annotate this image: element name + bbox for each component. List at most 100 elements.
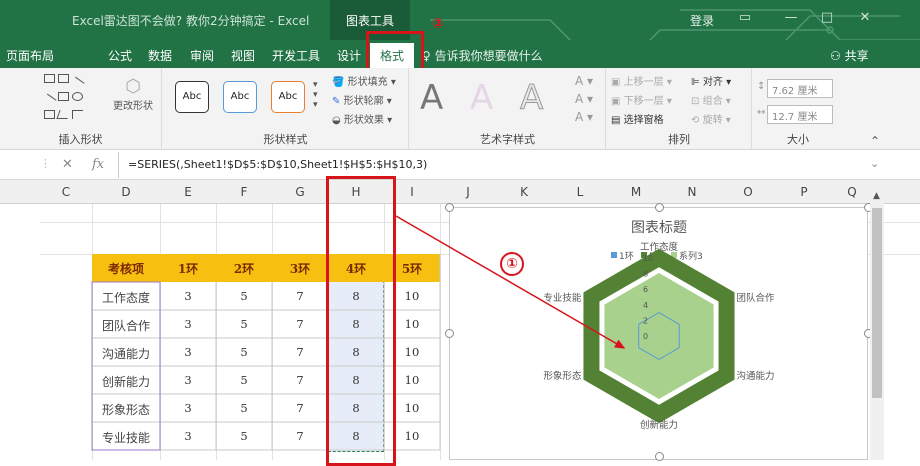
signin-link[interactable]: 登录 <box>690 12 714 29</box>
wordart-style-2[interactable]: A <box>470 78 493 118</box>
table-cell[interactable]: 7 <box>272 282 328 310</box>
group-shape-styles: Abc Abc Abc ▾ ▾ ▾ 🪣 形状填充 ▾ ✎ 形状轮廓 ▾ ◒ 形状效果… <box>163 68 409 150</box>
table-header-item[interactable]: 考核项 <box>92 254 160 282</box>
wordart-style-1[interactable]: A <box>420 78 443 118</box>
shapes-gallery[interactable] <box>42 74 114 126</box>
cancel-formula-button[interactable]: ✕ <box>62 157 73 172</box>
col-header-m[interactable]: M <box>608 185 664 199</box>
table-cell[interactable]: 5 <box>216 338 272 366</box>
scrollbar-thumb[interactable] <box>872 208 882 398</box>
resize-handle[interactable] <box>445 329 454 338</box>
shape-style-blue[interactable]: Abc <box>223 81 257 113</box>
resize-handle[interactable] <box>655 203 664 212</box>
expand-formula-bar-icon[interactable]: ⌄ <box>870 157 879 170</box>
table-cell[interactable]: 3 <box>160 282 216 310</box>
tell-me-box[interactable]: ♀ 告诉我你想要做什么 <box>422 47 543 64</box>
resize-handle[interactable] <box>445 203 454 212</box>
col-header-n[interactable]: N <box>664 185 720 199</box>
radar-chart[interactable]: 图表标题 1环 5环 系列3 0 2 4 6 8 10 工作态度 团队合作 沟通能力 创新能力 形象形态 专业… <box>449 207 868 460</box>
table-cell[interactable]: 3 <box>160 394 216 422</box>
table-row-label[interactable]: 专业技能 <box>92 422 160 450</box>
selection-pane-button[interactable]: ▤ 选择窗格 <box>611 111 664 126</box>
table-cell[interactable]: 3 <box>160 338 216 366</box>
table-cell[interactable]: 5 <box>216 422 272 450</box>
table-header-ring3[interactable]: 3环 <box>272 254 328 282</box>
ribbon-display-icon[interactable]: ▭ <box>736 10 754 28</box>
shape-outline-button[interactable]: ✎ 形状轮廓 ▾ <box>332 92 392 107</box>
tab-review[interactable]: 审阅 <box>190 47 214 64</box>
table-cell[interactable]: 7 <box>272 310 328 338</box>
column-headers: C D E F G H I J K L M N O P Q <box>0 180 920 204</box>
group-insert-shapes: ⬡ 更改形状 插入形状 <box>0 68 162 150</box>
group-button[interactable]: ⊡ 组合 ▾ <box>691 92 731 107</box>
collapse-ribbon-icon[interactable]: ⌃ <box>870 134 880 148</box>
shape-outline-label: 形状轮廓 <box>343 96 384 107</box>
ribbon-body: ⬡ 更改形状 插入形状 Abc Abc Abc ▾ ▾ ▾ 🪣 形状填充 ▾ ✎ 形… <box>0 68 920 150</box>
tab-design[interactable]: 设计 <box>337 47 361 64</box>
shape-style-dark[interactable]: Abc <box>175 81 209 113</box>
col-header-q[interactable]: Q <box>832 185 872 199</box>
formula-bar: ⋮ ✕ fx =SERIES(,Sheet1!$D$5:$D$10,Sheet1… <box>0 150 920 180</box>
shape-style-orange[interactable]: Abc <box>271 81 305 113</box>
send-backward-button[interactable]: ▣ 下移一层 ▾ <box>611 92 672 107</box>
table-cell[interactable]: 5 <box>216 310 272 338</box>
table-cell[interactable]: 7 <box>272 394 328 422</box>
table-row-label[interactable]: 工作态度 <box>92 282 160 310</box>
group-size: ↕ 7.62 厘米 ↔ 12.7 厘米 大小 <box>753 68 843 150</box>
table-row-label[interactable]: 创新能力 <box>92 366 160 394</box>
col-header-g[interactable]: G <box>272 185 328 199</box>
col-header-p[interactable]: P <box>776 185 832 199</box>
tab-developer[interactable]: 开发工具 <box>272 47 320 64</box>
bring-forward-button[interactable]: ▣ 上移一层 ▾ <box>611 73 672 88</box>
vertical-scrollbar[interactable]: ▲ <box>870 190 884 460</box>
col-header-o[interactable]: O <box>720 185 776 199</box>
rotate-button[interactable]: ⟲ 旋转 ▾ <box>691 111 731 126</box>
tab-data[interactable]: 数据 <box>148 47 172 64</box>
formula-input[interactable]: =SERIES(,Sheet1!$D$5:$D$10,Sheet1!$H$5:$… <box>118 152 878 178</box>
tab-view[interactable]: 视图 <box>231 47 255 64</box>
close-button[interactable]: ✕ <box>856 10 874 28</box>
table-header-ring2[interactable]: 2环 <box>216 254 272 282</box>
table-row-label[interactable]: 沟通能力 <box>92 338 160 366</box>
col-header-f[interactable]: F <box>216 185 272 199</box>
height-field[interactable]: 7.62 厘米 <box>767 79 833 98</box>
table-cell[interactable]: 3 <box>160 422 216 450</box>
text-effects-icon[interactable]: A ▾ <box>575 110 593 124</box>
scroll-up-icon[interactable]: ▲ <box>873 191 880 201</box>
share-button[interactable]: ⚇ 共享 <box>830 47 869 64</box>
col-header-d[interactable]: D <box>92 185 160 199</box>
table-cell[interactable]: 5 <box>216 366 272 394</box>
col-header-k[interactable]: K <box>496 185 552 199</box>
change-shape-button[interactable]: ⬡ 更改形状 <box>113 76 153 112</box>
wordart-style-3[interactable]: A <box>519 78 543 119</box>
col-header-e[interactable]: E <box>160 185 216 199</box>
text-fill-icon[interactable]: A ▾ <box>575 74 593 88</box>
table-cell[interactable]: 7 <box>272 366 328 394</box>
table-cell[interactable]: 5 <box>216 394 272 422</box>
tab-page-layout[interactable]: 页面布局 <box>6 47 54 64</box>
table-cell[interactable]: 7 <box>272 338 328 366</box>
tab-formulas[interactable]: 公式 <box>108 47 132 64</box>
table-row-label[interactable]: 形象形态 <box>92 394 160 422</box>
table-cell[interactable]: 7 <box>272 422 328 450</box>
table-cell[interactable]: 3 <box>160 366 216 394</box>
shape-fill-button[interactable]: 🪣 形状填充 ▾ <box>332 73 396 88</box>
shape-fill-label: 形状填充 <box>347 77 388 88</box>
table-row-label[interactable]: 团队合作 <box>92 310 160 338</box>
table-header-ring1[interactable]: 1环 <box>160 254 216 282</box>
text-outline-icon[interactable]: A ▾ <box>575 92 593 106</box>
minimize-button[interactable]: — <box>782 10 800 28</box>
rotate-label: 旋转 <box>702 115 723 126</box>
col-header-l[interactable]: L <box>552 185 608 199</box>
table-cell[interactable]: 5 <box>216 282 272 310</box>
shape-effects-button[interactable]: ◒ 形状效果 ▾ <box>332 111 392 126</box>
maximize-button[interactable]: □ <box>818 10 836 28</box>
insert-function-button[interactable]: fx <box>92 157 104 172</box>
align-button[interactable]: ⊫ 对齐 ▾ <box>691 73 731 88</box>
table-cell[interactable]: 3 <box>160 310 216 338</box>
pen-icon: ✎ <box>332 96 341 107</box>
width-field[interactable]: 12.7 厘米 <box>767 105 833 124</box>
style-gallery-more-icon[interactable]: ▾ ▾ ▾ <box>313 80 323 110</box>
col-header-c[interactable]: C <box>40 185 92 199</box>
col-header-j[interactable]: J <box>440 185 496 199</box>
